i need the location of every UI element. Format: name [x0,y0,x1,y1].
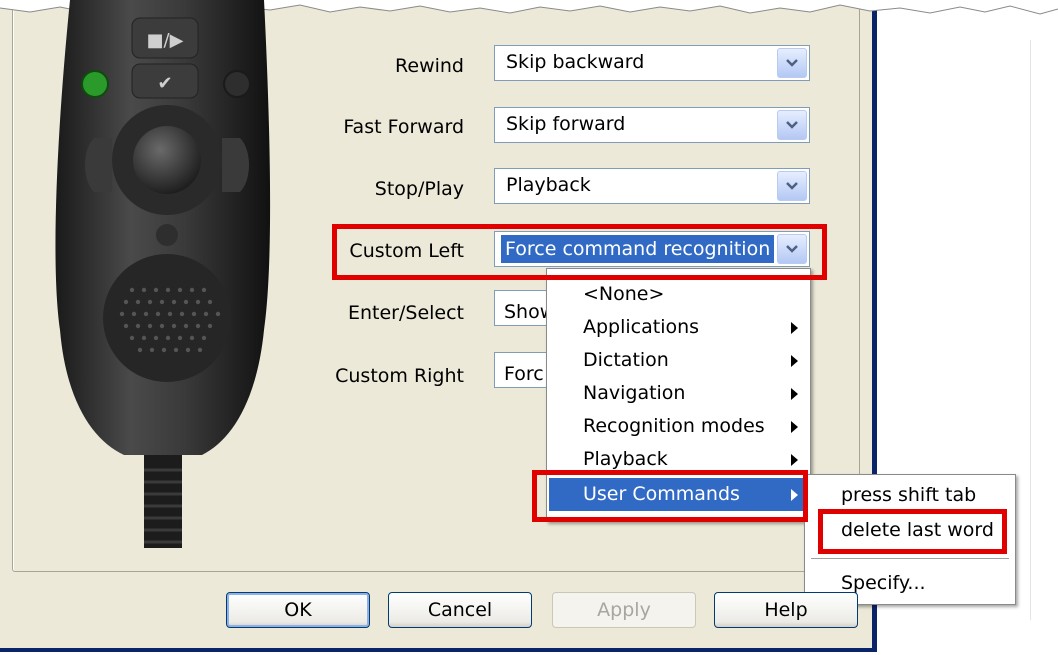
stop-play-dropdown-value: Playback [506,174,591,196]
custom-right-dropdown-value: Forc [504,363,544,385]
submenu-item-label: Specify... [841,572,926,594]
rewind-label: Rewind [395,55,464,77]
device-stop-play-glyph: ■/▶ [147,30,184,51]
microphone-device-image: ■/▶ ✔ [55,0,271,548]
cancel-button[interactable]: Cancel [388,592,532,628]
menu-item-navigation[interactable]: Navigation [549,377,808,410]
rewind-dropdown[interactable]: Skip backward [494,45,810,81]
menu-item-applications[interactable]: Applications [549,311,808,344]
submenu-arrow-icon [791,421,798,433]
help-button[interactable]: Help [714,592,858,628]
submenu-arrow-icon [791,355,798,367]
stop-play-label: Stop/Play [374,178,464,200]
submenu-item-label: press shift tab [841,484,977,506]
chevron-down-icon[interactable] [777,48,807,78]
fast-forward-label: Fast Forward [343,116,464,138]
menu-item-label: Dictation [583,349,669,371]
fast-forward-dropdown[interactable]: Skip forward [494,107,810,143]
menu-separator [811,558,1009,559]
custom-right-dropdown[interactable]: Forc [494,352,550,388]
user-commands-highlight [532,470,808,522]
chevron-down-icon[interactable] [777,171,807,201]
rewind-dropdown-value: Skip backward [506,51,645,73]
submenu-arrow-icon [791,322,798,334]
ok-button[interactable]: OK [226,592,370,628]
menu-item-label: Playback [583,448,668,470]
custom-left-highlight [332,224,827,280]
delete-last-word-highlight [818,509,1007,554]
menu-item-dictation[interactable]: Dictation [549,344,808,377]
device-check-glyph: ✔ [157,73,172,94]
chevron-down-icon[interactable] [777,110,807,140]
menu-item-label: Navigation [583,382,686,404]
submenu-arrow-icon [791,388,798,400]
enter-select-dropdown[interactable]: Show [494,290,555,326]
submenu-item-press-shift-tab[interactable]: press shift tab [807,479,1013,512]
background-rule [1030,40,1031,620]
stop-play-dropdown[interactable]: Playback [494,168,810,204]
menu-item-recognition-modes[interactable]: Recognition modes [549,410,808,443]
enter-select-label: Enter/Select [347,302,464,324]
menu-item-label: Applications [583,316,700,338]
menu-item-label: Recognition modes [583,415,765,437]
submenu-arrow-icon [791,454,798,466]
menu-item-none[interactable]: <None> [549,278,808,311]
custom-right-label: Custom Right [335,365,464,387]
fast-forward-dropdown-value: Skip forward [506,113,626,135]
menu-item-label: <None> [583,283,665,305]
dialog-border-bottom [0,648,877,652]
apply-button[interactable]: Apply [552,592,696,628]
